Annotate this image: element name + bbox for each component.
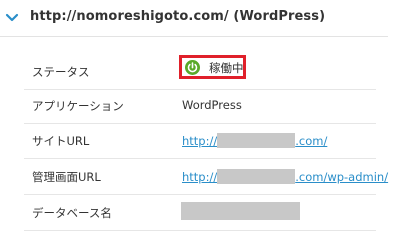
status-badge: 稼働中 — [179, 55, 246, 79]
database-name-redaction — [181, 202, 300, 220]
application-row: アプリケーション WordPress — [24, 89, 376, 124]
database-row: データベース名 — [24, 196, 376, 231]
status-value: 稼働中 — [209, 61, 244, 75]
status-row: ステータス 稼働中 — [24, 55, 376, 90]
site-url-suffix[interactable]: .com/ — [295, 134, 327, 148]
database-label: データベース名 — [32, 206, 112, 220]
admin-url-row: 管理画面URL http:// .com/wp-admin/ — [24, 160, 388, 195]
site-url-label: サイトURL — [32, 134, 90, 148]
admin-url-redaction — [217, 169, 296, 184]
site-url-redaction — [217, 133, 296, 148]
site-title: http://nomoreshigoto.com/ (WordPress) — [30, 9, 326, 24]
wordpress-site-panel: http://nomoreshigoto.com/ (WordPress) ステ… — [0, 0, 400, 245]
application-label: アプリケーション — [32, 99, 124, 113]
admin-url-label: 管理画面URL — [32, 170, 101, 184]
status-label: ステータス — [32, 65, 90, 79]
site-url-prefix[interactable]: http:// — [182, 134, 217, 148]
chevron-down-icon[interactable] — [5, 11, 19, 25]
admin-url-link[interactable]: http:// .com/wp-admin/ — [182, 169, 388, 184]
power-icon — [185, 60, 200, 75]
site-url-link[interactable]: http:// .com/ — [182, 133, 327, 148]
application-value: WordPress — [182, 98, 242, 112]
site-header[interactable]: http://nomoreshigoto.com/ (WordPress) — [0, 0, 388, 37]
admin-url-suffix[interactable]: .com/wp-admin/ — [295, 170, 388, 184]
admin-url-prefix[interactable]: http:// — [182, 170, 217, 184]
site-url-row: サイトURL http:// .com/ — [24, 124, 376, 159]
